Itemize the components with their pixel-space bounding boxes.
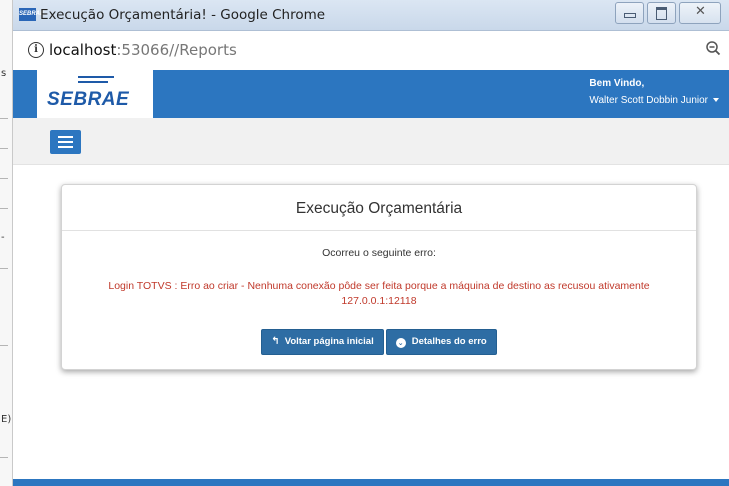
url-text[interactable]: localhost:53066//Reports <box>49 41 237 59</box>
background-text: s <box>1 68 7 79</box>
error-details-button[interactable]: ⌄ Detalhes do erro <box>385 329 497 355</box>
error-details-label: Detalhes do erro <box>411 336 487 347</box>
error-panel: Execução Orçamentária Ocorreu o seguinte… <box>61 184 697 370</box>
user-name-row: Walter Scott Dobbin Junior <box>589 95 719 106</box>
footer-bar <box>13 479 729 486</box>
background-window-edge: s - E) <box>0 0 13 486</box>
close-button[interactable]: ✕ <box>679 2 721 24</box>
app-header: SEBRAE Bem Vindo, Walter Scott Dobbin Ju… <box>13 70 729 118</box>
background-text: E) <box>1 414 12 425</box>
error-intro: Ocorreu o seguinte erro: <box>322 247 436 259</box>
error-message: Login TOTVS : Erro ao criar - Nenhuma co… <box>108 280 650 307</box>
address-bar[interactable]: i localhost:53066//Reports <box>13 31 729 71</box>
caret-down-icon <box>713 98 719 103</box>
zoom-icon[interactable] <box>705 40 721 56</box>
divider <box>0 208 8 209</box>
divider <box>0 268 8 269</box>
close-icon: ✕ <box>695 4 706 19</box>
menu-icon <box>58 136 73 138</box>
button-group: ↰ Voltar página inicial ⌄ Detalhes do erro <box>62 329 696 355</box>
divider <box>0 118 8 119</box>
back-home-label: Voltar página inicial <box>284 336 374 347</box>
divider <box>0 148 8 149</box>
user-menu[interactable]: Bem Vindo, Walter Scott Dobbin Junior <box>589 78 719 106</box>
divider <box>0 457 8 458</box>
browser-window: SEBRAE Execução Orçamentária! - Google C… <box>13 0 729 486</box>
logo-text: SEBRAE <box>47 89 130 110</box>
url-path: :53066//Reports <box>116 41 237 59</box>
welcome-label: Bem Vindo, <box>589 78 645 89</box>
url-host: localhost <box>49 41 117 59</box>
reply-icon: ↰ <box>271 336 280 347</box>
back-home-button[interactable]: ↰ Voltar página inicial <box>261 329 384 355</box>
info-icon[interactable]: i <box>28 42 44 58</box>
menu-icon-line <box>58 146 73 148</box>
sebrae-favicon-icon: SEBRAE <box>19 8 44 21</box>
maximize-icon <box>656 7 667 20</box>
window-title: Execução Orçamentária! - Google Chrome <box>40 7 326 23</box>
minimize-button[interactable] <box>615 2 644 24</box>
divider <box>0 178 8 179</box>
logo-lines <box>78 76 114 86</box>
panel-title: Execução Orçamentária <box>62 185 696 231</box>
background-text: - <box>1 232 5 243</box>
chevron-circle-icon: ⌄ <box>395 338 406 348</box>
sebrae-logo[interactable]: SEBRAE <box>37 70 153 118</box>
secondary-nav <box>13 118 729 165</box>
user-name: Walter Scott Dobbin Junior <box>589 95 708 106</box>
minimize-icon <box>624 13 636 18</box>
divider <box>0 345 8 346</box>
title-bar[interactable]: SEBRAE Execução Orçamentária! - Google C… <box>13 0 729 31</box>
window-controls: ✕ <box>615 2 721 24</box>
menu-icon-line <box>58 141 73 143</box>
maximize-button[interactable] <box>647 2 676 24</box>
menu-toggle-button[interactable] <box>50 130 81 154</box>
